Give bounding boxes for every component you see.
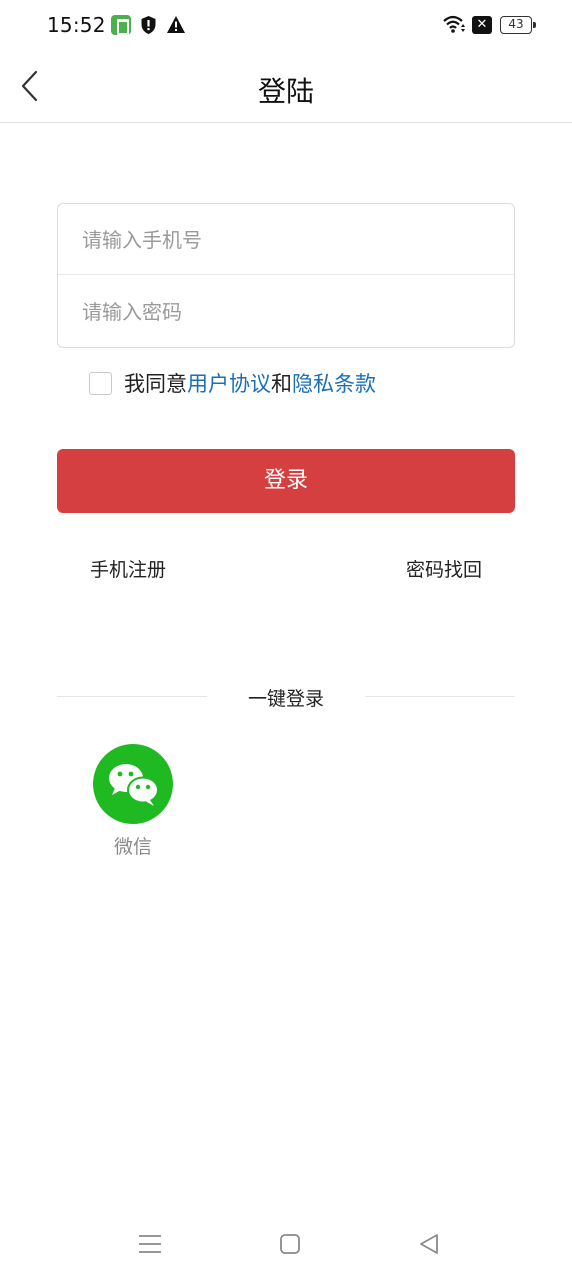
back-triangle-icon <box>420 1234 438 1254</box>
agree-checkbox[interactable] <box>89 371 112 395</box>
phone-input[interactable] <box>82 222 492 258</box>
page-title: 登陆 <box>257 75 314 108</box>
battery-level: 43 <box>508 17 524 31</box>
divider-right <box>365 696 515 697</box>
agreement-row: 我同意 用户协议 和 隐私条款 <box>89 369 376 397</box>
app-notification-icon <box>111 15 131 35</box>
warning-icon <box>166 15 186 38</box>
password-row <box>58 276 514 347</box>
login-button[interactable]: 登录 <box>57 449 515 513</box>
system-nav-bar <box>0 1215 572 1275</box>
header-bar: 登陆 <box>0 52 572 123</box>
wifi-icon <box>442 14 466 38</box>
shield-icon <box>140 15 157 39</box>
wechat-label: 微信 <box>113 836 152 858</box>
wechat-login-button[interactable] <box>93 744 173 824</box>
nav-home-button[interactable] <box>275 1229 305 1259</box>
password-input[interactable] <box>82 294 492 330</box>
nav-back-button[interactable] <box>415 1229 445 1259</box>
menu-icon <box>139 1235 161 1253</box>
phone-register-link[interactable]: 手机注册 <box>90 555 166 582</box>
one-click-login-label: 一键登录 <box>247 688 324 710</box>
status-bar: 15:52 ✕ 43 <box>0 0 572 52</box>
password-recover-link[interactable]: 密码找回 <box>406 555 482 582</box>
agree-prefix: 我同意 <box>124 372 187 396</box>
user-agreement-link[interactable]: 用户协议 <box>187 368 271 398</box>
phone-row <box>58 204 514 275</box>
wechat-icon <box>109 764 159 806</box>
nav-menu-button[interactable] <box>135 1229 165 1259</box>
agree-conjunction: 和 <box>271 372 292 396</box>
battery-icon: 43 <box>500 16 536 34</box>
login-form <box>57 203 515 348</box>
sim-off-icon: ✕ <box>472 16 492 34</box>
home-icon <box>280 1234 300 1254</box>
status-time: 15:52 <box>47 13 106 37</box>
privacy-policy-link[interactable]: 隐私条款 <box>292 368 376 398</box>
